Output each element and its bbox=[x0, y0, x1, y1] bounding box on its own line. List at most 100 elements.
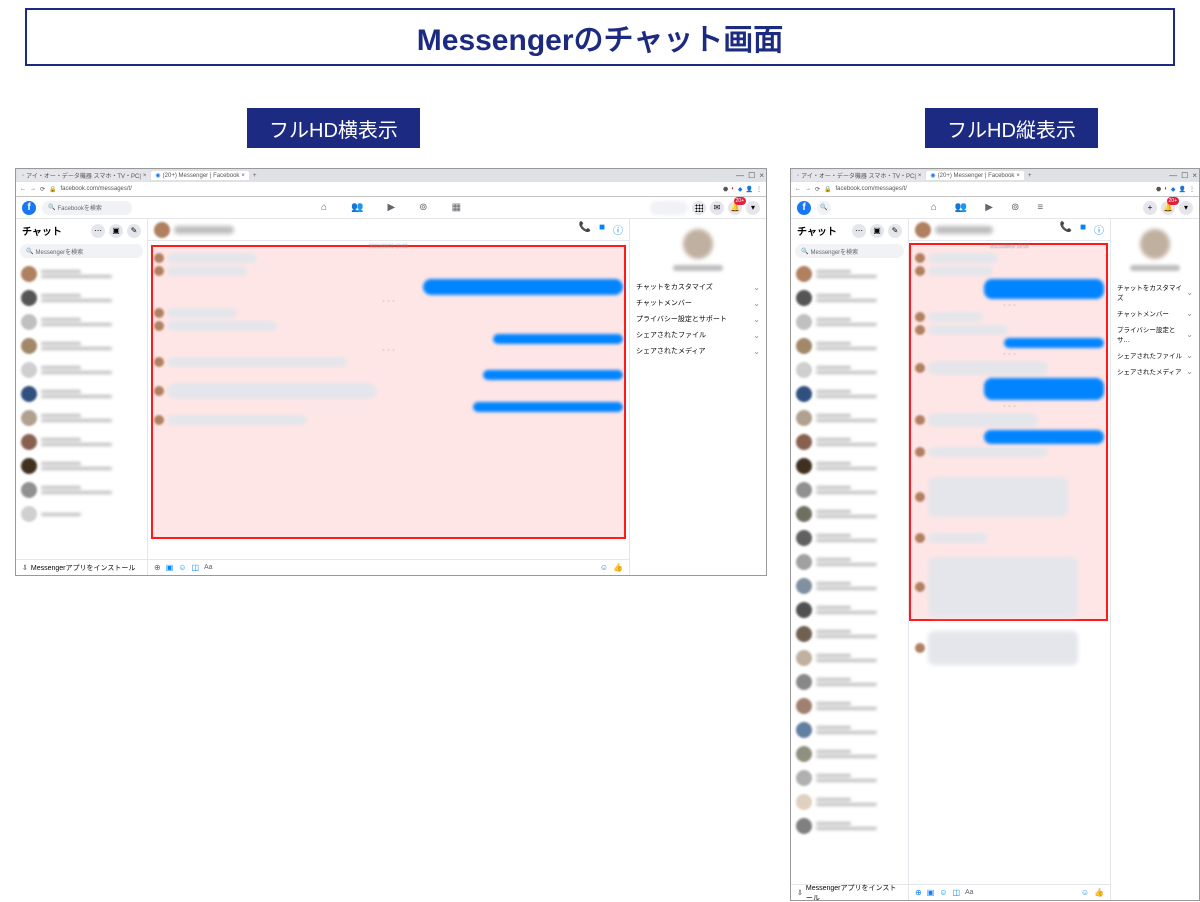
close-icon[interactable]: × bbox=[1016, 173, 1020, 179]
chat-list-item[interactable] bbox=[794, 574, 905, 598]
person-icon[interactable]: 👤 bbox=[746, 186, 753, 193]
chat-list-item[interactable] bbox=[794, 598, 905, 622]
info-item-members[interactable]: チャットメンバー⌄ bbox=[1115, 305, 1195, 321]
chat-list-item[interactable] bbox=[794, 694, 905, 718]
watch-icon[interactable]: ▶ bbox=[985, 202, 993, 213]
like-icon[interactable]: 👍 bbox=[613, 563, 623, 572]
info-avatar[interactable] bbox=[683, 229, 713, 259]
reload-icon[interactable]: ⟳ bbox=[815, 186, 820, 193]
home-icon[interactable]: ⌂ bbox=[321, 202, 327, 213]
chat-list-item[interactable] bbox=[794, 358, 905, 382]
back-icon[interactable]: ← bbox=[20, 186, 26, 192]
chat-list-item[interactable] bbox=[794, 262, 905, 286]
messenger-search[interactable]: 🔍 Messengerを検索 bbox=[795, 244, 904, 258]
chat-list-item[interactable] bbox=[794, 742, 905, 766]
close-icon[interactable]: × bbox=[918, 173, 922, 179]
extension-icon[interactable]: ◆ bbox=[1171, 186, 1176, 193]
message-bubble[interactable] bbox=[928, 325, 1008, 335]
chat-list-item[interactable] bbox=[19, 406, 144, 430]
forward-icon[interactable]: → bbox=[30, 186, 36, 192]
photo-icon[interactable]: ▣ bbox=[166, 563, 174, 572]
call-icon[interactable]: 📞 bbox=[1060, 222, 1072, 237]
home-icon[interactable]: ⌂ bbox=[931, 202, 937, 213]
info-item-privacy[interactable]: プライバシー設定とサポート⌄ bbox=[634, 311, 762, 327]
message-bubble[interactable] bbox=[167, 253, 257, 263]
compose-icon[interactable]: ✎ bbox=[127, 224, 141, 238]
chat-list-item[interactable] bbox=[794, 526, 905, 550]
text-format[interactable]: Aa bbox=[965, 889, 974, 896]
facebook-logo-icon[interactable]: f bbox=[797, 201, 811, 215]
message-bubble[interactable] bbox=[167, 308, 237, 318]
plus-icon[interactable]: ⊕ bbox=[915, 888, 922, 897]
chat-list-item[interactable] bbox=[794, 406, 905, 430]
message-bubble[interactable] bbox=[167, 357, 347, 367]
video-call-icon[interactable]: ■ bbox=[599, 222, 605, 237]
info-avatar[interactable] bbox=[1140, 229, 1170, 259]
browser-tab-1[interactable]: ◦ アイ・オー・データ機器 スマホ・TV・PC| × bbox=[18, 170, 150, 181]
conversation-area[interactable]: 2021/08/03 15:05 ・・・ ・・・ bbox=[148, 241, 629, 559]
message-bubble[interactable] bbox=[984, 279, 1104, 299]
message-bubble[interactable] bbox=[928, 557, 1078, 617]
extension-icon[interactable]: ◐ bbox=[731, 186, 735, 193]
chat-list-item[interactable] bbox=[794, 718, 905, 742]
gif-icon[interactable]: ◫ bbox=[952, 888, 960, 897]
info-item-members[interactable]: チャットメンバー⌄ bbox=[634, 295, 762, 311]
close-icon[interactable]: × bbox=[143, 173, 147, 179]
facebook-logo-icon[interactable]: f bbox=[22, 201, 36, 215]
info-icon[interactable]: ⓘ bbox=[613, 222, 623, 237]
chat-list-item[interactable] bbox=[19, 382, 144, 406]
account-caret-icon[interactable]: ▾ bbox=[746, 201, 760, 215]
hamburger-icon[interactable]: ≡ bbox=[1037, 202, 1043, 213]
video-room-icon[interactable]: ▣ bbox=[109, 224, 123, 238]
messenger-icon[interactable]: ✉ bbox=[710, 201, 724, 215]
chat-list-item[interactable] bbox=[794, 646, 905, 670]
message-bubble[interactable] bbox=[167, 266, 247, 276]
like-icon[interactable]: 👍 bbox=[1094, 888, 1104, 897]
message-bubble[interactable] bbox=[928, 533, 988, 543]
chat-list-item[interactable] bbox=[794, 286, 905, 310]
emoji-icon[interactable]: ☺ bbox=[600, 563, 608, 572]
message-bubble[interactable] bbox=[423, 279, 623, 295]
message-bubble[interactable] bbox=[928, 447, 1048, 457]
account-caret-icon[interactable]: ▾ bbox=[1179, 201, 1193, 215]
install-app-bar[interactable]: ⇩ Messengerアプリをインストール bbox=[791, 884, 908, 900]
install-app-bar[interactable]: ⇩ Messengerアプリをインストール bbox=[16, 559, 147, 575]
chat-list-item[interactable] bbox=[794, 478, 905, 502]
back-icon[interactable]: ← bbox=[795, 186, 801, 192]
chat-list-item[interactable] bbox=[794, 334, 905, 358]
info-item-media[interactable]: シェアされたメディア⌄ bbox=[634, 343, 762, 359]
message-bubble[interactable] bbox=[984, 378, 1104, 400]
maximize-icon[interactable]: ☐ bbox=[1181, 171, 1188, 180]
message-bubble[interactable] bbox=[928, 361, 1048, 375]
chat-list-item[interactable] bbox=[794, 766, 905, 790]
new-tab-icon[interactable]: + bbox=[1025, 173, 1035, 179]
facebook-search[interactable]: 🔍 bbox=[817, 201, 831, 215]
message-bubble[interactable] bbox=[167, 383, 377, 399]
conversation-avatar[interactable] bbox=[915, 222, 931, 238]
extension-icon[interactable]: ◆ bbox=[738, 186, 743, 193]
message-bubble[interactable] bbox=[167, 321, 277, 331]
profile-chip[interactable] bbox=[650, 201, 688, 215]
video-room-icon[interactable]: ▣ bbox=[870, 224, 884, 238]
gaming-icon[interactable]: ▦ bbox=[452, 202, 461, 213]
url-text[interactable]: facebook.com/messages/t/ bbox=[836, 186, 1153, 192]
chat-list-item[interactable] bbox=[794, 814, 905, 838]
compose-icon[interactable]: ✎ bbox=[888, 224, 902, 238]
conversation-area[interactable]: 2021/08/03 15:05 ・・・ ・・・ ・・・ bbox=[909, 241, 1110, 884]
photo-icon[interactable]: ▣ bbox=[927, 888, 935, 897]
messenger-search[interactable]: 🔍 Messengerを検索 bbox=[20, 244, 143, 258]
chat-list-item[interactable] bbox=[794, 550, 905, 574]
chat-list-item[interactable] bbox=[794, 430, 905, 454]
url-text[interactable]: facebook.com/messages/t/ bbox=[61, 186, 720, 192]
info-item-media[interactable]: シェアされたメディア⌄ bbox=[1115, 363, 1195, 379]
message-bubble[interactable] bbox=[928, 266, 993, 276]
close-window-icon[interactable]: × bbox=[759, 171, 764, 180]
info-item-customize[interactable]: チャットをカスタマイズ⌄ bbox=[1115, 279, 1195, 305]
chat-list-item[interactable] bbox=[794, 310, 905, 334]
conversation-avatar[interactable] bbox=[154, 222, 170, 238]
browser-tab-1[interactable]: ◦ アイ・オー・データ機器 スマホ・TV・PC| × bbox=[793, 170, 925, 181]
message-bubble[interactable] bbox=[928, 413, 1038, 427]
chat-list-item[interactable] bbox=[19, 334, 144, 358]
call-icon[interactable]: 📞 bbox=[579, 222, 591, 237]
menu-grid-icon[interactable] bbox=[692, 201, 706, 215]
